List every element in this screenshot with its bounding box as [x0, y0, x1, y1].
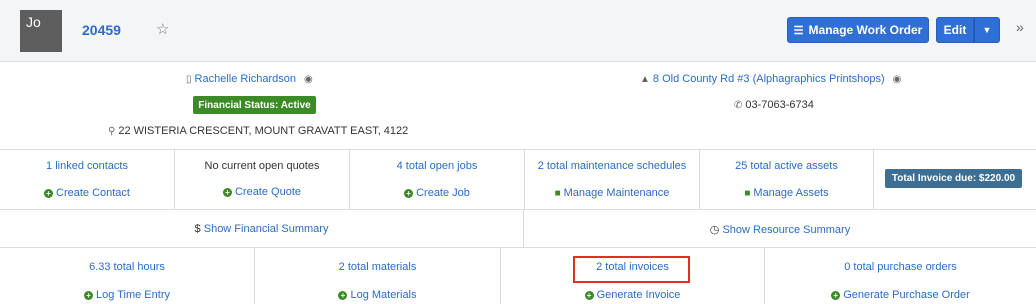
total-purchase-orders-link[interactable]: 0 total purchase orders: [844, 261, 957, 273]
plus-circle-icon: +: [831, 291, 841, 300]
total-materials-link[interactable]: 2 total materials: [339, 261, 417, 273]
map-marker-icon: ⚲: [108, 126, 116, 137]
list-icon: ☰: [793, 24, 804, 37]
linked-contacts-link[interactable]: 1 linked contacts: [46, 160, 128, 172]
quotes-cell: No current open quotes + Create Quote: [175, 150, 350, 210]
active-assets-link[interactable]: 25 total active assets: [735, 160, 838, 172]
building-icon: ▯: [186, 74, 192, 85]
log-time-entry-link[interactable]: Log Time Entry: [96, 289, 170, 301]
work-order-number[interactable]: 20459: [82, 22, 121, 38]
plus-circle-icon: +: [84, 291, 93, 300]
total-invoices-link[interactable]: 2 total invoices: [596, 261, 669, 273]
resource-summary-cell: ◷ Show Resource Summary: [524, 210, 1036, 247]
contacts-cell: 1 linked contacts + Create Contact: [0, 150, 175, 210]
invoices-cell: 2 total invoices + Generate Invoice: [501, 248, 765, 304]
total-invoice-due-badge: Total Invoice due: $220.00: [885, 169, 1022, 188]
dollar-icon: $: [194, 223, 201, 235]
log-materials-link[interactable]: Log Materials: [350, 289, 416, 301]
edit-label: Edit: [943, 23, 967, 37]
summary-row: $ Show Financial Summary ◷ Show Resource…: [0, 210, 1036, 248]
purchase-orders-cell: 0 total purchase orders + Generate Purcha…: [765, 248, 1036, 304]
client-site-info: ▯ Rachelle Richardson ◉ Financial Status: …: [0, 62, 1036, 150]
client-address-row: ⚲ 22 WISTERIA CRESCENT, MOUNT GRAVATT EAS…: [108, 125, 408, 137]
client-address: 22 WISTERIA CRESCENT, MOUNT GRAVATT EAST…: [118, 125, 409, 137]
edit-button[interactable]: Edit: [936, 17, 974, 43]
briefcase-icon: ■: [554, 188, 561, 199]
briefcase-icon: ■: [744, 188, 751, 199]
generate-purchase-order-link[interactable]: Generate Purchase Order: [843, 289, 970, 301]
client-name-row: ▯ Rachelle Richardson ◉: [186, 73, 313, 85]
generate-invoice-link[interactable]: Generate Invoice: [597, 289, 681, 301]
manage-work-order-button[interactable]: ☰ Manage Work Order: [787, 17, 929, 43]
manage-work-order-label: Manage Work Order: [808, 23, 923, 37]
avatar-initials: Jo: [26, 14, 41, 30]
clock-icon: ◷: [709, 224, 720, 236]
open-quotes-text: No current open quotes: [204, 160, 320, 172]
client-name-link[interactable]: Rachelle Richardson: [195, 73, 297, 85]
financial-summary-cell: $ Show Financial Summary: [0, 210, 524, 247]
create-job-link[interactable]: Create Job: [416, 187, 470, 199]
materials-cell: 2 total materials + Log Materials: [255, 248, 501, 304]
site-name-link[interactable]: 8 Old County Rd #3 (Alphagraphics Prints…: [653, 73, 885, 85]
financial-status-badge: Financial Status: Active: [193, 96, 316, 114]
assets-cell: 25 total active assets ■ Manage Assets: [700, 150, 874, 210]
open-jobs-link[interactable]: 4 total open jobs: [397, 160, 478, 172]
collapse-panel-icon[interactable]: »: [1016, 19, 1024, 35]
jobs-cell: 4 total open jobs + Create Job: [350, 150, 525, 210]
stats-row: 1 linked contacts + Create Contact No cur…: [0, 150, 1036, 210]
manage-assets-link[interactable]: Manage Assets: [753, 187, 828, 199]
plus-circle-icon: +: [44, 189, 53, 198]
show-resource-summary-link[interactable]: Show Resource Summary: [722, 224, 850, 236]
site-phone-row: ✆ 03-7063-6734: [734, 99, 814, 111]
eye-icon[interactable]: ◉: [304, 74, 313, 85]
plus-circle-icon: +: [222, 188, 232, 197]
activity-row: 6.33 total hours + Log Time Entry 2 total…: [0, 248, 1036, 304]
star-icon[interactable]: ☆: [156, 20, 169, 38]
create-quote-link[interactable]: Create Quote: [235, 186, 301, 198]
plus-circle-icon: +: [338, 291, 348, 300]
plus-circle-icon: +: [584, 291, 594, 300]
invoice-due-cell: Total Invoice due: $220.00: [874, 150, 1036, 210]
site-name-row: ▲ 8 Old County Rd #3 (Alphagraphics Print…: [640, 73, 901, 85]
avatar: Jo: [20, 10, 62, 52]
maintenance-cell: 2 total maintenance schedules ■ Manage Ma…: [525, 150, 700, 210]
caret-down-icon: ▼: [982, 25, 992, 35]
show-financial-summary-link[interactable]: Show Financial Summary: [204, 223, 329, 235]
hours-cell: 6.33 total hours + Log Time Entry: [0, 248, 255, 304]
work-order-header: Jo 20459 ☆ ☰ Manage Work Order Edit ▼ »: [0, 0, 1036, 62]
site-phone: 03-7063-6734: [745, 99, 814, 111]
road-icon: ▲: [640, 74, 650, 85]
manage-maintenance-link[interactable]: Manage Maintenance: [564, 187, 670, 199]
edit-dropdown-button[interactable]: ▼: [974, 17, 1000, 43]
phone-icon: ✆: [734, 100, 743, 111]
create-contact-link[interactable]: Create Contact: [56, 187, 130, 199]
maintenance-schedules-link[interactable]: 2 total maintenance schedules: [538, 160, 687, 172]
total-hours-link[interactable]: 6.33 total hours: [89, 261, 165, 273]
eye-icon[interactable]: ◉: [893, 74, 902, 85]
plus-circle-icon: +: [404, 189, 414, 198]
